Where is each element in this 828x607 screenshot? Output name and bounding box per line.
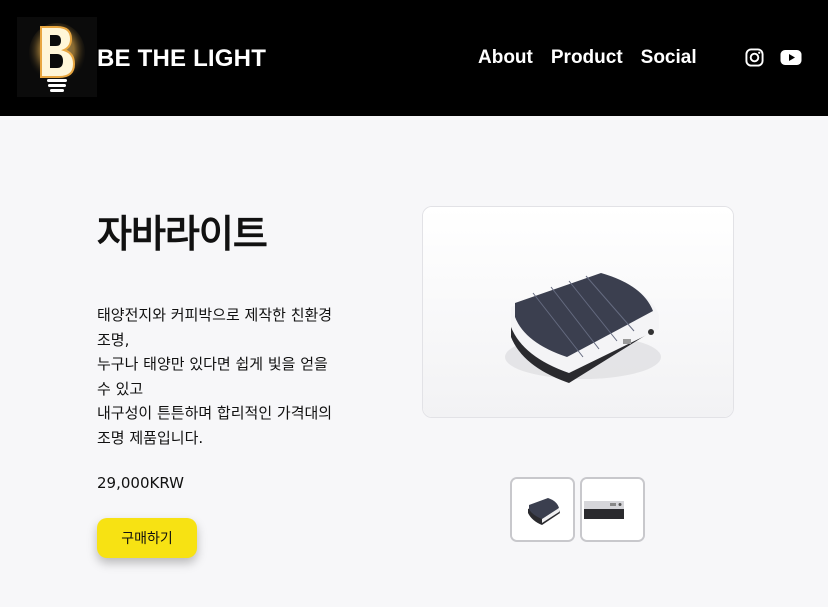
product-title: 자바라이트: [97, 212, 268, 256]
nav-product[interactable]: Product: [551, 47, 623, 69]
nav-about[interactable]: About: [478, 47, 533, 69]
product-main-image: [422, 206, 734, 418]
logo[interactable]: [17, 17, 97, 97]
product-description: 태양전지와 커피박으로 제작한 친환경 조명, 누구나 태양만 있다면 쉽게 빛…: [97, 303, 345, 450]
nav-social[interactable]: Social: [641, 47, 697, 69]
instagram-icon[interactable]: [745, 48, 764, 71]
site-header: BE THE LIGHT About Product Social: [0, 0, 828, 116]
brand-name[interactable]: BE THE LIGHT: [97, 45, 266, 73]
youtube-icon[interactable]: [780, 48, 802, 71]
description-line: 누구나 태양만 있다면 쉽게 빛을 얻을 수 있고: [97, 355, 333, 398]
product-price: 29,000KRW: [97, 474, 184, 492]
lightbulb-logo-icon: [17, 17, 97, 97]
thumbnail-1[interactable]: [510, 477, 575, 542]
image-thumbnails: [510, 477, 645, 542]
description-line: 내구성이 튼튼하며 합리적인 가격대의 조명 제품입니다.: [97, 404, 337, 447]
social-links: [745, 48, 802, 71]
buy-button[interactable]: 구매하기: [97, 518, 197, 558]
thumbnail-2[interactable]: [580, 477, 645, 542]
description-line: 태양전지와 커피박으로 제작한 친환경 조명,: [97, 306, 337, 349]
main-nav: About Product Social: [478, 47, 697, 69]
